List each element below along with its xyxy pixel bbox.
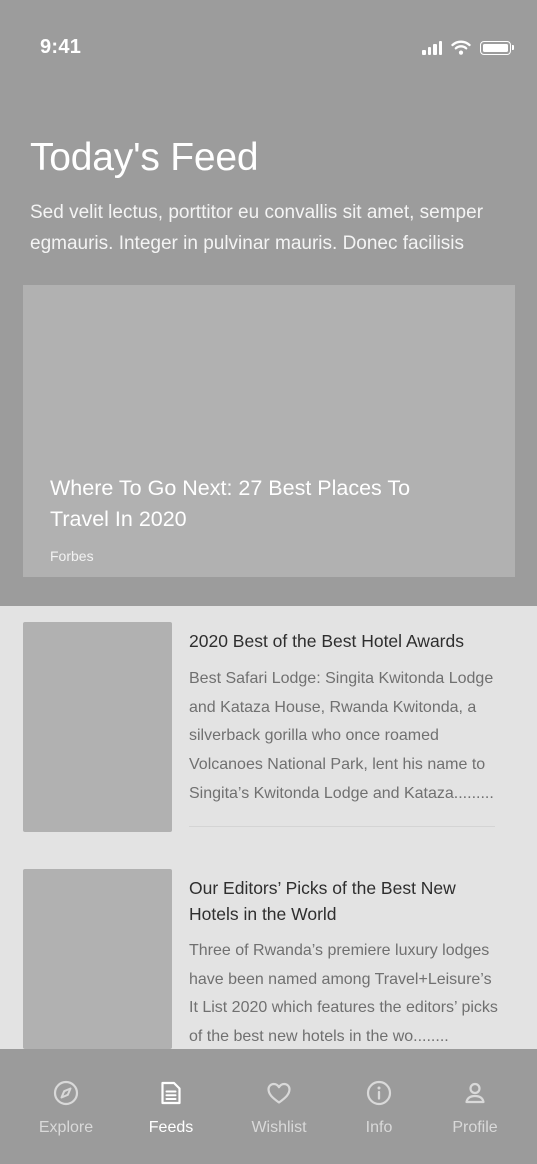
featured-article-source: Forbes (50, 548, 94, 564)
status-time: 9:41 (40, 36, 82, 58)
page-title: Today's Feed (30, 136, 259, 179)
status-bar: 9:41 (0, 0, 537, 96)
list-item[interactable]: 2020 Best of the Best Hotel Awards Best … (0, 622, 537, 832)
tab-explore[interactable]: Explore (16, 1079, 116, 1137)
battery-icon (480, 40, 514, 55)
tab-feeds[interactable]: Feeds (121, 1079, 221, 1137)
article-excerpt: Best Safari Lodge: Singita Kwitonda Lodg… (189, 670, 494, 802)
hero-section: 9:41 Today's Feed Sed velit lectus, port… (0, 0, 537, 606)
user-icon (465, 1082, 485, 1104)
article-excerpt: Three of Rwanda’s premiere luxury lodges… (189, 942, 498, 1046)
bottom-tab-bar: Explore Feeds Wishlist Info Profile (0, 1049, 537, 1164)
list-item[interactable]: Our Editors’ Picks of the Best New Hotel… (0, 869, 537, 1049)
heart-icon (267, 1082, 291, 1104)
tab-label: Wishlist (251, 1119, 307, 1136)
document-icon (161, 1081, 181, 1105)
article-title: 2020 Best of the Best Hotel Awards (189, 631, 464, 651)
article-thumbnail (23, 622, 172, 832)
article-divider (189, 826, 495, 827)
tab-label: Profile (452, 1119, 498, 1136)
page-subtitle: Sed velit lectus, porttitor eu convallis… (30, 202, 484, 254)
tab-wishlist[interactable]: Wishlist (229, 1079, 329, 1137)
article-title: Our Editors’ Picks of the Best New Hotel… (189, 878, 456, 924)
tab-label: Feeds (148, 1119, 194, 1136)
compass-icon (53, 1080, 79, 1106)
article-thumbnail (23, 869, 172, 1049)
status-icons (422, 40, 514, 55)
tab-label: Explore (38, 1119, 94, 1136)
featured-article-title: Where To Go Next: 27 Best Places To Trav… (50, 476, 411, 531)
tab-info[interactable]: Info (329, 1079, 429, 1137)
info-icon (366, 1080, 392, 1106)
cellular-signal-icon (422, 40, 442, 55)
tab-profile[interactable]: Profile (425, 1079, 525, 1137)
featured-article-card[interactable]: Where To Go Next: 27 Best Places To Trav… (23, 285, 515, 577)
tab-label: Info (365, 1119, 393, 1136)
wifi-icon (451, 40, 471, 55)
